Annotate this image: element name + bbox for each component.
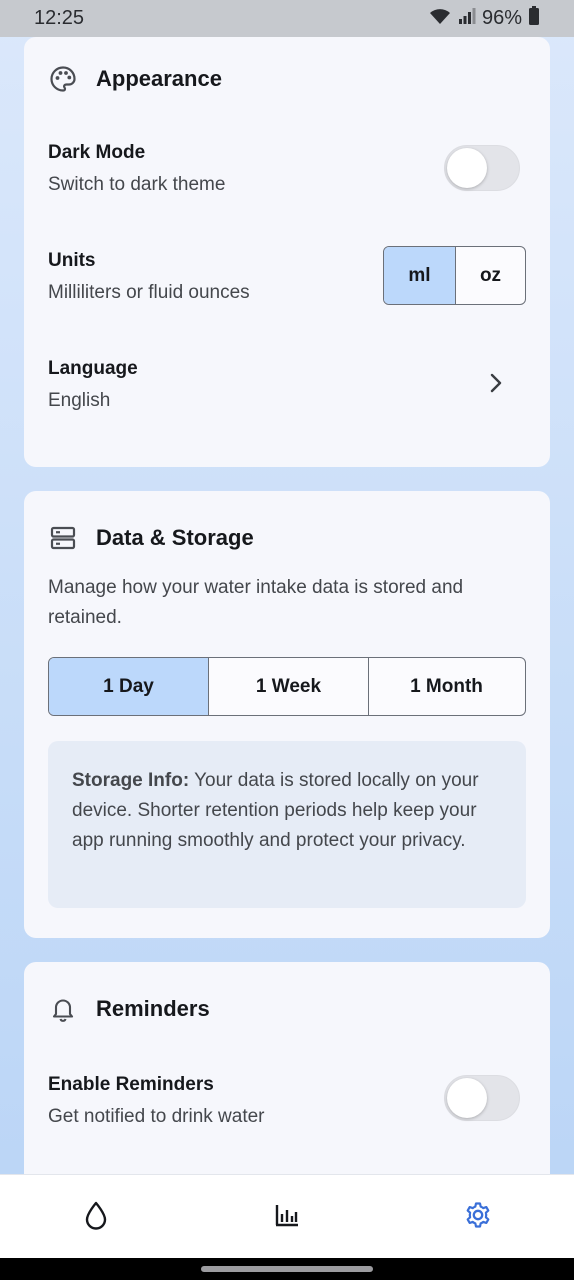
data-storage-description: Manage how your water intake data is sto… <box>48 577 464 628</box>
language-title: Language <box>48 358 138 379</box>
bar-chart-icon <box>274 1202 300 1233</box>
appearance-title: Appearance <box>96 66 222 91</box>
retention-segmented-control: 1 Day 1 Week 1 Month <box>48 657 526 716</box>
dark-mode-title: Dark Mode <box>48 142 146 163</box>
reminders-header: Reminders <box>48 994 210 1024</box>
retention-option-1-week[interactable]: 1 Week <box>208 658 368 715</box>
units-setting: Units Milliliters or fluid ounces <box>48 250 250 304</box>
appearance-header: Appearance <box>48 64 222 94</box>
status-bar: 12:25 96% <box>0 0 574 37</box>
settings-gear-icon <box>464 1201 492 1234</box>
nav-settings[interactable] <box>443 1175 513 1259</box>
units-option-oz[interactable]: oz <box>455 247 525 304</box>
battery-icon <box>528 5 540 32</box>
chevron-right-icon[interactable] <box>486 371 506 400</box>
dark-mode-setting: Dark Mode Switch to dark theme <box>48 142 225 196</box>
appearance-card: Appearance Dark Mode Switch to dark them… <box>24 37 550 467</box>
water-drop-icon <box>83 1200 109 1235</box>
status-time: 12:25 <box>34 7 85 29</box>
units-option-ml[interactable]: ml <box>384 247 455 304</box>
units-title: Units <box>48 250 96 271</box>
status-icons: 96% <box>428 5 540 32</box>
bell-icon <box>48 994 78 1024</box>
retention-option-1-month[interactable]: 1 Month <box>368 658 524 715</box>
toggle-knob <box>447 1078 487 1118</box>
gesture-handle[interactable] <box>201 1266 373 1272</box>
retention-option-1-day[interactable]: 1 Day <box>49 658 208 715</box>
enable-reminders-subtitle: Get notified to drink water <box>48 1106 265 1127</box>
data-storage-card: Data & Storage Manage how your water int… <box>24 491 550 938</box>
language-value: English <box>48 390 111 411</box>
battery-percent: 96% <box>481 7 522 29</box>
data-storage-title: Data & Storage <box>96 525 254 550</box>
storage-info-label: Storage Info: <box>72 770 190 791</box>
data-storage-header: Data & Storage <box>48 523 254 553</box>
enable-reminders-toggle[interactable] <box>444 1075 520 1121</box>
nav-statistics[interactable] <box>252 1175 322 1259</box>
palette-icon <box>48 64 78 94</box>
bottom-navigation <box>0 1174 574 1259</box>
storage-info-box: Storage Info: Your data is stored locall… <box>48 741 526 908</box>
dark-mode-toggle[interactable] <box>444 145 520 191</box>
toggle-knob <box>447 148 487 188</box>
nav-home[interactable] <box>61 1175 131 1259</box>
signal-icon <box>458 7 476 31</box>
dark-mode-subtitle: Switch to dark theme <box>48 174 226 195</box>
enable-reminders-setting: Enable Reminders Get notified to drink w… <box>48 1074 265 1128</box>
storage-icon <box>48 523 78 553</box>
units-subtitle: Milliliters or fluid ounces <box>48 282 250 303</box>
language-setting[interactable]: Language English <box>48 358 528 418</box>
system-gesture-bar <box>0 1258 574 1280</box>
units-segmented-control: ml oz <box>383 246 526 305</box>
reminders-title: Reminders <box>96 996 210 1021</box>
enable-reminders-title: Enable Reminders <box>48 1074 214 1095</box>
wifi-icon <box>428 6 452 32</box>
